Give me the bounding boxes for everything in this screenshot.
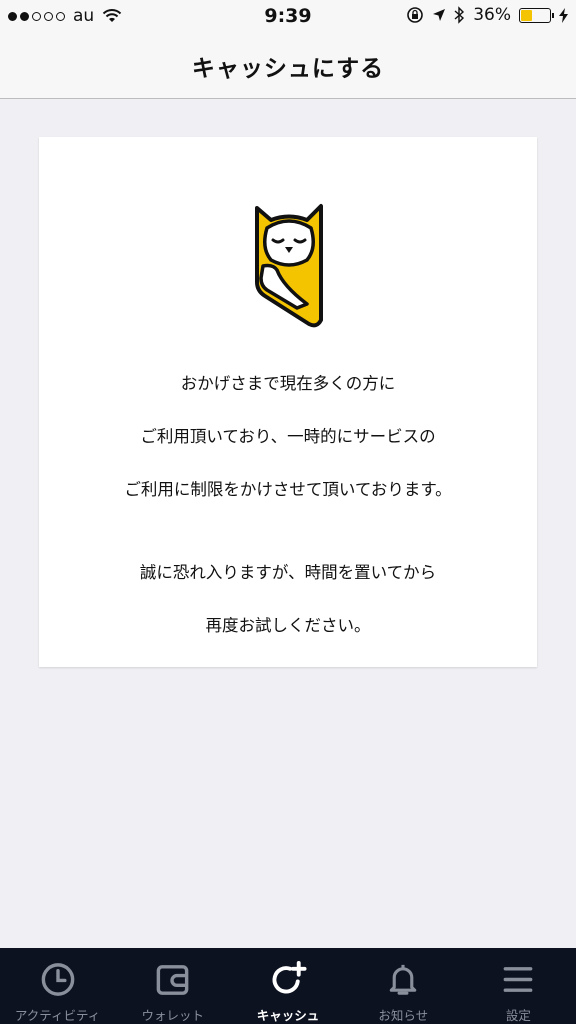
cash-add-icon — [272, 960, 307, 994]
menu-icon — [504, 967, 533, 992]
message-line: 誠に恐れ入りますが、時間を置いてから — [139, 563, 437, 582]
service-limit-card: おかげさまで現在多くの方に ご利用頂いており、一時的にサービスの ご利用に制限を… — [39, 137, 537, 667]
status-bar: au 9:39 36% — [0, 0, 576, 34]
tab-settings[interactable]: 設定 — [461, 948, 576, 1024]
tab-label: ウォレット — [141, 1008, 205, 1023]
tab-bar: アクティビティ ウォレット キャッシュ お知らせ 設定 — [0, 948, 576, 1024]
location-arrow-icon — [433, 9, 446, 21]
battery-icon — [519, 7, 554, 23]
bluetooth-icon — [454, 6, 465, 24]
page-title: キャッシュにする — [191, 56, 385, 82]
tab-label: キャッシュ — [256, 1008, 320, 1023]
bell-icon — [389, 964, 417, 995]
rotation-lock-icon — [407, 7, 424, 23]
message-line: 再度お試しください。 — [205, 616, 371, 635]
tab-label: アクティビティ — [14, 1008, 101, 1023]
message-line: ご利用に制限をかけさせて頂いております。 — [124, 480, 452, 499]
navigation-bar: キャッシュにする — [0, 34, 576, 99]
wallet-icon — [156, 965, 189, 995]
limit-message: おかげさまで現在多くの方に ご利用頂いており、一時的にサービスの ご利用に制限を… — [39, 371, 537, 666]
battery-percent: 36% — [473, 5, 511, 25]
tab-activity[interactable]: アクティビティ — [0, 948, 115, 1024]
charging-bolt-icon — [559, 7, 568, 23]
clock-icon — [41, 963, 74, 996]
tab-label: お知らせ — [378, 1008, 429, 1023]
owl-mascot-icon — [255, 204, 323, 328]
message-line: ご利用頂いており、一時的にサービスの — [140, 427, 436, 446]
tab-notifications[interactable]: お知らせ — [346, 948, 461, 1024]
message-line: おかげさまで現在多くの方に — [180, 374, 396, 393]
tab-cash[interactable]: キャッシュ — [230, 948, 345, 1024]
tab-wallet[interactable]: ウォレット — [115, 948, 230, 1024]
tab-label: 設定 — [505, 1008, 531, 1023]
